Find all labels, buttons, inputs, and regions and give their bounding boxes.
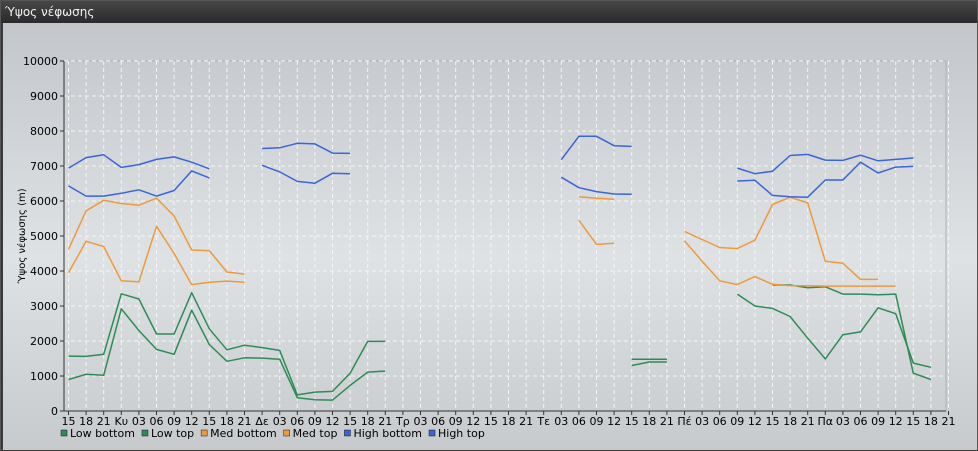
series-line-low-bottom	[68, 284, 932, 401]
legend-label-high-top: High top	[438, 427, 485, 440]
legend-label-low-top: Low top	[151, 427, 194, 440]
x-tick-label: 18	[924, 415, 938, 428]
x-tick-label: 15	[906, 415, 920, 428]
x-tick-label: 15	[484, 415, 498, 428]
x-tick-label: 06	[572, 415, 586, 428]
legend-swatch-med-bottom	[200, 429, 208, 437]
x-tick-label: 18	[642, 415, 656, 428]
y-axis-label: Ύψος νέφωσης (m)	[16, 188, 28, 284]
x-tick-label: 03	[554, 415, 568, 428]
x-tick-label: 18	[783, 415, 797, 428]
chart-window: Ύψος νέφωσης 0 1000 2000 3000 4000 5000 6000 70…	[0, 0, 978, 450]
x-tick-label: 15	[766, 415, 780, 428]
x-tick-label: 12	[889, 415, 903, 428]
x-tick-label: 09	[871, 415, 885, 428]
legend-swatch-high-top	[428, 429, 436, 437]
legend-swatch-high-bottom	[344, 429, 351, 437]
x-tick-label: 21	[801, 415, 815, 428]
y-tick-label: 4000	[30, 265, 58, 278]
y-tick-label: 0	[51, 405, 58, 418]
legend-swatch-low-top	[141, 429, 149, 437]
x-tick-label: 21	[942, 415, 956, 428]
cloud-height-chart: 0 1000 2000 3000 4000 5000 6000 7000 8000 9000 100…	[16, 55, 956, 440]
x-tick-label: 06	[713, 415, 727, 428]
legend-label-low-bottom: Low bottom	[70, 427, 135, 440]
x-tick-label: Πα	[818, 415, 834, 428]
x-tick-label: 09	[590, 415, 604, 428]
y-tick-label: 8000	[30, 125, 58, 138]
x-tick-label: 06	[854, 415, 868, 428]
x-tick-label: 03	[836, 415, 850, 428]
y-tick-label: 9000	[30, 90, 58, 103]
x-tick-label: 21	[519, 415, 533, 428]
legend-swatch-low-bottom	[60, 429, 68, 437]
y-tick-label: 5000	[30, 230, 58, 243]
x-tick-label: 09	[730, 415, 744, 428]
series-line-low-top	[68, 291, 932, 396]
legend-label-high-bottom: High bottom	[353, 427, 422, 440]
y-tick-label: 7000	[30, 160, 58, 173]
x-tick-label: Πέ	[677, 415, 691, 428]
y-tick-label: 10000	[23, 55, 58, 68]
y-tick-label: 1000	[30, 370, 58, 383]
x-tick-label: 18	[502, 415, 516, 428]
y-tick-label: 2000	[30, 335, 58, 348]
y-tick-label: 6000	[30, 195, 58, 208]
x-tick-label: 12	[607, 415, 621, 428]
x-tick-label: 21	[660, 415, 674, 428]
x-tick-label: Τε	[536, 415, 550, 428]
legend-label-med-top: Med top	[293, 427, 338, 440]
legend-label-med-bottom: Med bottom	[210, 427, 277, 440]
legend-swatch-med-top	[283, 429, 290, 437]
x-tick-label: 12	[748, 415, 762, 428]
x-tick-label: 03	[695, 415, 709, 428]
x-tick-label: 15	[625, 415, 639, 428]
series-line-med-bottom	[67, 219, 896, 287]
y-tick-label: 3000	[30, 300, 58, 313]
